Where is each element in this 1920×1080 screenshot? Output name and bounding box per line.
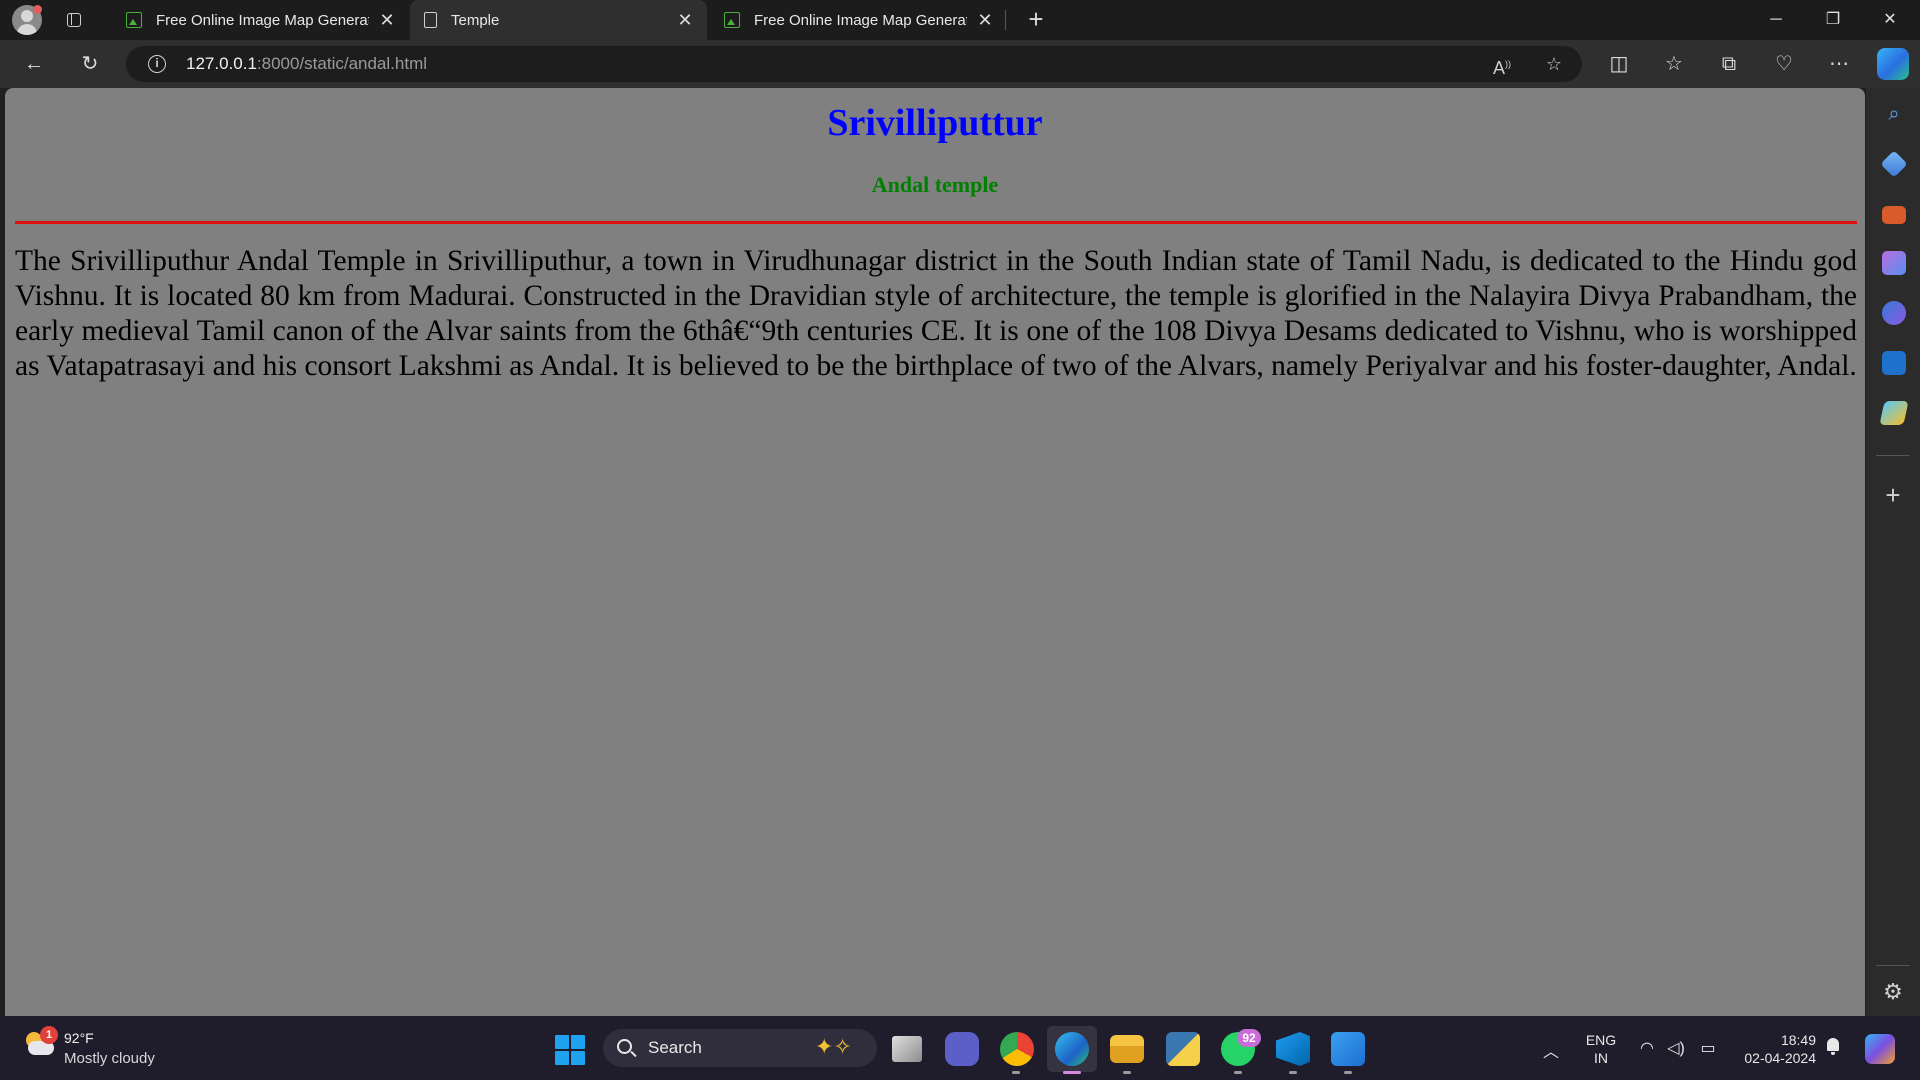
taskbar-search-box[interactable]: Search ✦✧ [603,1029,877,1067]
volume-icon[interactable]: ◁) [1665,1038,1687,1058]
weather-description[interactable]: Mostly cloudy [64,1050,155,1067]
sidebar-settings-icon[interactable]: ⚙ [1879,978,1907,1006]
sidebar-shopping-icon[interactable] [1880,150,1908,178]
notification-bell-icon[interactable] [1825,1038,1841,1056]
tab-title: Temple [451,11,500,29]
tab-image-map-generator-1[interactable]: Free Online Image Map Generator ✕ [112,0,409,40]
tab-temple[interactable]: Temple ✕ [410,0,707,40]
horizontal-rule [15,221,1857,224]
profile-status-dot [33,5,42,14]
tab-separator [1005,10,1006,30]
browser-essentials-icon[interactable]: ♡ [1768,48,1800,80]
sidebar-drop-icon[interactable] [1879,401,1909,425]
whatsapp-badge: 92 [1237,1029,1261,1047]
tab-strip: Free Online Image Map Generator ✕ Temple… [0,0,1920,40]
windows-taskbar: 1 92°F Mostly cloudy Search ✦✧ 92 ︿ ENG … [0,1016,1920,1080]
search-label: Search [648,1038,702,1057]
sidebar-outlook-icon[interactable] [1882,351,1906,375]
input-language-indicator[interactable]: ENG IN [1585,1031,1617,1067]
tab-actions-icon[interactable] [62,8,86,32]
site-info-icon[interactable]: i [148,55,166,73]
python-icon[interactable] [1166,1032,1200,1066]
address-url[interactable]: 127.0.0.1:8000/static/andal.html [186,54,427,74]
wifi-icon[interactable]: ◠ [1636,1038,1658,1058]
task-view-icon[interactable] [892,1036,922,1062]
address-host: 127.0.0.1 [186,54,257,73]
tab-title: Free Online Image Map Generator [754,11,967,29]
collections-icon[interactable]: ⧉ [1713,48,1745,80]
clock-date: 02-04-2024 [1744,1050,1816,1066]
chrome-icon[interactable] [1000,1032,1034,1066]
back-arrow-icon[interactable]: ← [18,48,50,80]
search-highlight-icon: ✦✧ [815,1034,852,1059]
sidebar-tools-icon[interactable] [1882,206,1906,224]
language-code: ENG [1585,1032,1617,1048]
app-running-indicator [1012,1071,1020,1074]
sidebar-separator [1876,455,1910,456]
search-icon [617,1039,632,1054]
close-window-button[interactable]: ✕ [1862,0,1918,40]
copilot-icon[interactable] [1877,48,1909,80]
sidebar-microsoft365-icon[interactable] [1882,301,1906,325]
restore-button[interactable]: ❐ [1805,0,1861,40]
sidebar-add-icon[interactable]: + [1879,482,1907,510]
browser-toolbar: ← ↻ i 127.0.0.1:8000/static/andal.html A… [0,40,1920,88]
sidebar-search-icon[interactable]: ⌕ [1882,102,1906,126]
more-options-icon[interactable]: ⋯ [1823,48,1855,80]
file-explorer-icon[interactable] [1110,1035,1144,1063]
copilot-taskbar-icon[interactable] [1865,1034,1895,1064]
weather-temperature[interactable]: 92°F [64,1030,94,1046]
image-favicon-icon [126,12,142,28]
start-windows-icon[interactable] [555,1035,585,1065]
snipping-tool-icon[interactable] [1331,1032,1365,1066]
close-tab-icon[interactable]: ✕ [975,10,995,31]
image-favicon-icon [724,12,740,28]
sidebar-games-icon[interactable] [1882,251,1906,275]
new-tab-button[interactable]: + [1022,6,1050,34]
weather-badge: 1 [40,1026,58,1044]
favorite-star-icon[interactable]: ☆ [1540,50,1568,78]
page-subtitle: Andal temple [871,172,999,197]
minimize-button[interactable]: ─ [1748,0,1804,40]
page-paragraph: The Srivilliputhur Andal Temple in Srivi… [15,245,1857,382]
app-active-indicator [1063,1071,1081,1074]
app-running-indicator [1344,1071,1352,1074]
refresh-icon[interactable]: ↻ [74,48,106,80]
battery-icon[interactable]: ▭ [1697,1038,1719,1058]
edge-sidebar: ⌕ + ⚙ [1866,88,1920,1016]
app-running-indicator [1234,1071,1242,1074]
page-title: Srivilliputtur [827,102,1043,144]
close-tab-icon[interactable]: ✕ [377,10,397,31]
page-viewport: Srivilliputtur Andal temple The Srivilli… [5,88,1865,1016]
tab-image-map-generator-2[interactable]: Free Online Image Map Generator ✕ [710,0,1007,40]
show-hidden-icons-chevron-icon[interactable]: ︿ [1543,1038,1559,1062]
app-running-indicator [1123,1071,1131,1074]
clock-time: 18:49 [1780,1032,1816,1048]
vscode-icon[interactable] [1276,1032,1310,1066]
teams-chat-icon[interactable] [945,1032,979,1066]
close-tab-icon[interactable]: ✕ [675,10,695,31]
read-aloud-icon[interactable]: A)) [1488,50,1516,78]
address-bar[interactable]: i 127.0.0.1:8000/static/andal.html A)) ☆ [126,46,1582,82]
favorites-icon[interactable]: ☆ [1658,48,1690,80]
document-favicon-icon [424,12,437,28]
split-screen-icon[interactable]: ◫ [1603,48,1635,80]
tab-title: Free Online Image Map Generator [156,11,369,29]
system-clock[interactable]: 18:49 02-04-2024 [1734,1031,1816,1067]
address-path: :8000/static/andal.html [256,54,428,73]
sidebar-separator [1876,965,1910,966]
edge-icon[interactable] [1055,1032,1089,1066]
language-region: IN [1594,1050,1608,1066]
app-running-indicator [1289,1071,1297,1074]
